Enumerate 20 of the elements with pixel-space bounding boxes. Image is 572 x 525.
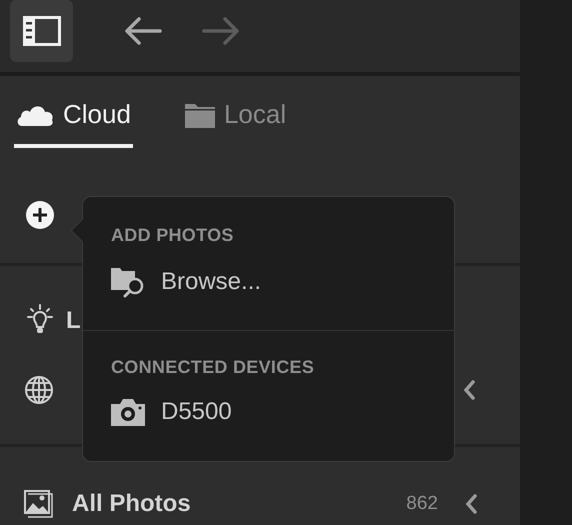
camera-icon [111,398,145,426]
menu-item[interactable]: D5500 [111,398,232,426]
photo-count: 862 [406,492,438,514]
sidebar-item-label[interactable]: All Photos [72,490,191,518]
globe-icon [24,374,54,404]
sidebar-panel-icon [22,15,62,47]
folder-search-icon [111,266,145,298]
menu-item[interactable]: Browse... [111,266,262,298]
sidebar-toggle-button[interactable] [10,0,73,62]
folder-icon [184,102,215,128]
back-button[interactable] [124,16,162,46]
image-icon [24,490,54,518]
tab[interactable]: Local [182,99,288,148]
section-heading: CONNECTED DEVICES [111,357,314,378]
section-heading: ADD PHOTOS [111,225,234,246]
sidebar-item-label[interactable]: L [66,306,81,334]
chevron-left-icon[interactable] [462,378,476,400]
add-photos-button[interactable] [26,201,54,229]
tab[interactable]: Cloud [14,99,133,148]
chevron-left-icon[interactable] [464,492,478,514]
